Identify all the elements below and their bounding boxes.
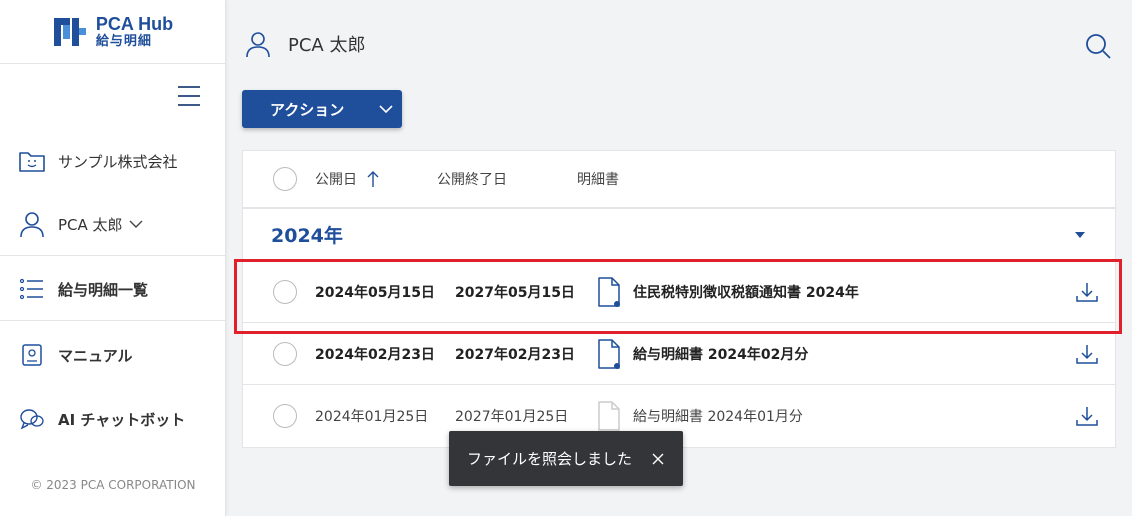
- action-button-label: アクション: [270, 100, 345, 119]
- company-name: サンプル株式会社: [58, 152, 178, 171]
- list-icon: [18, 275, 46, 303]
- unread-document-icon: [598, 276, 620, 307]
- cell-end-date: 2027年02月23日: [455, 346, 575, 363]
- cell-publish-date: 2024年02月23日: [315, 346, 435, 363]
- sort-ascending-icon: [367, 171, 379, 187]
- user-menu[interactable]: PCA 太郎: [0, 207, 226, 241]
- document-name: 住民税特別徴収税額通知書 2024年: [633, 284, 859, 301]
- download-icon[interactable]: [1059, 404, 1115, 428]
- action-button[interactable]: アクション: [242, 90, 402, 128]
- download-icon[interactable]: [1059, 342, 1115, 366]
- collapse-caret-icon[interactable]: [1075, 231, 1085, 238]
- nav-item-manual[interactable]: マニュアル: [0, 338, 226, 372]
- user-icon: [18, 210, 46, 238]
- row-select-radio[interactable]: [273, 404, 297, 428]
- manual-icon: [18, 341, 46, 369]
- app-logo[interactable]: PCA Hub 給与明細: [0, 0, 225, 64]
- nav-item-chatbot[interactable]: AI チャットボット: [0, 402, 226, 436]
- toast-notification: ファイルを照会しました: [449, 431, 683, 486]
- cell-document: 給与明細書 2024年01月分: [597, 401, 1059, 431]
- search-icon[interactable]: [1084, 32, 1112, 60]
- table-header: 公開日 公開終了日 明細書: [243, 151, 1115, 209]
- column-header-end-date[interactable]: 公開終了日: [437, 169, 577, 189]
- chatbot-icon: [18, 405, 46, 433]
- row-select-radio[interactable]: [273, 279, 297, 304]
- unread-document-icon: [598, 338, 620, 369]
- column-header-document[interactable]: 明細書: [577, 169, 619, 189]
- group-header: 2024年: [243, 209, 1115, 261]
- nav-label-payslip-list: 給与明細一覧: [58, 280, 149, 299]
- row-select-radio[interactable]: [273, 341, 297, 366]
- group-title: 2024年: [271, 225, 343, 247]
- toast-message: ファイルを照会しました: [467, 450, 633, 468]
- pca-logo-icon: [53, 17, 86, 46]
- copyright: © 2023 PCA CORPORATION: [30, 478, 196, 492]
- cell-publish-date: 2024年01月25日: [315, 409, 429, 425]
- payslip-table: 公開日 公開終了日 明細書 2024年 2024年05月15日 2027年05月…: [242, 150, 1116, 448]
- table-row[interactable]: 2024年05月15日 2027年05月15日 住民税特別徴収税額通知書 202…: [243, 261, 1115, 323]
- document-name: 給与明細書 2024年01月分: [633, 409, 803, 425]
- folder-icon: [18, 147, 46, 175]
- cell-end-date: 2027年05月15日: [455, 284, 575, 301]
- header-user-name: PCA 太郎: [288, 35, 366, 56]
- nav-label-manual: マニュアル: [58, 346, 133, 365]
- nav-label-chatbot: AI チャットボット: [58, 410, 186, 429]
- close-icon[interactable]: [651, 452, 665, 466]
- column-header-publish-date[interactable]: 公開日: [315, 169, 437, 189]
- company-selector[interactable]: サンプル株式会社: [0, 144, 226, 178]
- sidebar-divider: [0, 255, 226, 256]
- document-name: 給与明細書 2024年02月分: [633, 346, 809, 363]
- document-icon: [598, 401, 620, 431]
- user-icon: [246, 32, 270, 58]
- user-name: PCA 太郎: [58, 215, 123, 234]
- header-user: PCA 太郎: [244, 30, 365, 58]
- cell-end-date: 2027年01月25日: [455, 409, 569, 425]
- logo-title: PCA Hub: [95, 14, 174, 34]
- nav-item-payslip-list[interactable]: 給与明細一覧: [0, 272, 226, 306]
- chevron-down-icon[interactable]: [370, 104, 402, 114]
- sidebar: PCA Hub 給与明細 サンプル株式会社 PCA 太郎 給与明細一覧 マニュア…: [0, 0, 226, 516]
- table-row[interactable]: 2024年02月23日 2027年02月23日 給与明細書 2024年02月分: [243, 323, 1115, 385]
- download-icon[interactable]: [1059, 280, 1115, 304]
- cell-document: 給与明細書 2024年02月分: [597, 338, 1059, 369]
- chevron-down-icon: [129, 220, 143, 228]
- cell-publish-date: 2024年05月15日: [315, 284, 435, 301]
- logo-subtitle: 給与明細: [95, 34, 152, 49]
- select-all-radio[interactable]: [273, 167, 297, 191]
- menu-toggle-button[interactable]: [178, 86, 200, 106]
- sidebar-divider: [0, 320, 226, 321]
- cell-document: 住民税特別徴収税額通知書 2024年: [597, 276, 1059, 307]
